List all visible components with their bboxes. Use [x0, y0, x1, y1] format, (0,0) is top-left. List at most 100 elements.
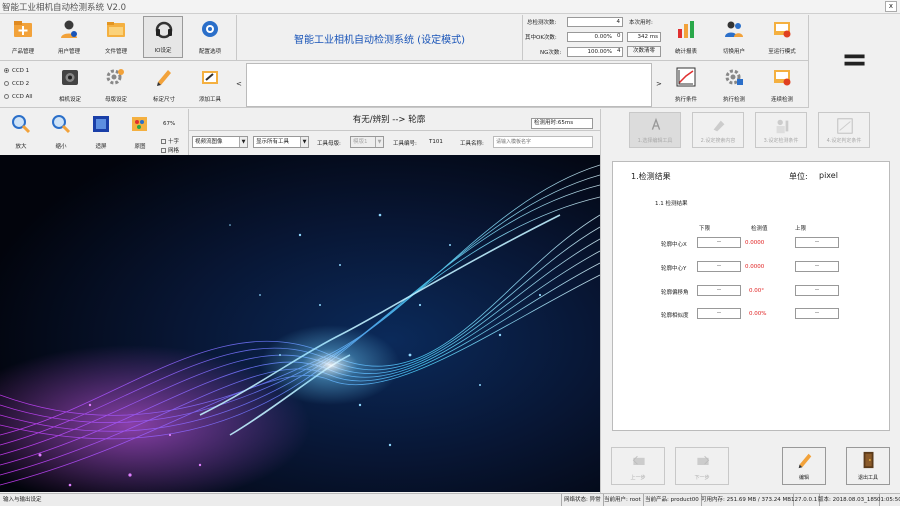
checkbox-icon [161, 139, 166, 144]
main-menu-button[interactable]: = [808, 15, 900, 108]
ccd1-radio[interactable]: CCD 1 [4, 68, 29, 74]
ccd2-label: CCD 2 [12, 81, 30, 87]
row-measured-value: 0.00° [749, 288, 764, 294]
config-options-button[interactable]: 配置选项 [190, 16, 230, 58]
display-mode-select[interactable]: 显示所有工具 ▼ [253, 136, 309, 148]
add-tool-label: 添加工具 [198, 97, 221, 103]
users-icon [725, 21, 743, 37]
continuous-detect-label: 连续检测 [770, 97, 793, 103]
add-tool-button[interactable]: 添加工具 [190, 64, 230, 106]
fit-screen-button[interactable]: 适屏 [82, 111, 120, 153]
zoom-in-button[interactable]: 放大 [2, 111, 40, 153]
prev-step-label: 上一步 [630, 475, 646, 481]
prev-step-button[interactable]: 上一步 [611, 447, 665, 485]
exec-condition-button[interactable]: 执行条件 [666, 64, 706, 106]
master-settings-button[interactable]: 母版设定 [96, 64, 136, 106]
exit-tool-button[interactable]: 退出工具 [846, 447, 890, 485]
exec-detect-button[interactable]: 执行检测 [714, 64, 754, 106]
scroll-left-button[interactable]: < [236, 80, 242, 88]
stats-report-button[interactable]: 统计报表 [666, 16, 706, 58]
row-lower-input[interactable]: -- [697, 261, 741, 272]
row-measured-value: 0.00% [749, 311, 767, 317]
to-run-mode-button[interactable]: 至运行模式 [762, 16, 802, 58]
fit-screen-icon [93, 116, 109, 132]
step-select-tool-button[interactable]: 1.选择编辑工具 [629, 112, 681, 148]
ccd2-radio[interactable]: CCD 2 [4, 81, 29, 87]
crosshair-checkbox[interactable]: 十字 [161, 137, 179, 145]
ng-percent-value: 100.00% [567, 47, 623, 57]
product-manage-label: 产品管理 [11, 49, 34, 55]
row-upper-input[interactable]: -- [795, 308, 839, 319]
tool-master-select[interactable]: 模版1 ▼ [350, 136, 384, 148]
row-name: 轮廓中心X [661, 242, 687, 248]
ccd-all-label: CCD All [12, 94, 33, 100]
close-button[interactable]: x [885, 1, 897, 12]
zoom-in-icon [12, 115, 31, 134]
ccd-all-radio[interactable]: CCD All [4, 94, 32, 100]
zoom-percent: 67% [163, 121, 176, 127]
system-title-area: 智能工业相机自动检测系统 (设定模式) [236, 15, 522, 61]
edit-button[interactable]: 编辑 [782, 447, 826, 485]
config-options-label: 配置选项 [198, 49, 221, 55]
tool-id-value: T101 [429, 139, 443, 145]
row-name: 轮廓相似度 [661, 313, 689, 319]
row-name: 轮廓偏移角 [661, 290, 689, 296]
step-judge-condition-button[interactable]: 4.设定判定条件 [818, 112, 870, 148]
status-product: 当前产品: product00 [643, 494, 702, 506]
ok-percent-value: 0.00% [567, 32, 623, 42]
ng-count-label: NG次数: [540, 50, 562, 56]
calibrate-size-button[interactable]: 标定尺寸 [144, 64, 184, 106]
camera-settings-button[interactable]: 相机设定 [50, 64, 90, 106]
step-judge-condition-label: 4.设定判定条件 [826, 138, 862, 144]
next-step-button[interactable]: 下一步 [675, 447, 729, 485]
second-toolbar: CCD 1 CCD 2 CCD All 相机设定 母版设定 标定尺寸 添加工具 … [0, 62, 900, 108]
exit-door-icon [863, 451, 874, 469]
row-lower-input[interactable]: -- [697, 285, 741, 296]
zoom-out-icon [52, 115, 71, 134]
step-detect-condition-label: 3.设定检测条件 [763, 138, 799, 144]
grid-checkbox[interactable]: 网格 [161, 146, 179, 154]
step-detect-condition-button[interactable]: 3.设定检测条件 [755, 112, 807, 148]
zoom-out-button[interactable]: 缩小 [42, 111, 80, 153]
file-manage-button[interactable]: 文件管理 [96, 16, 136, 58]
row-lower-input[interactable]: -- [697, 308, 741, 319]
total-count-label: 总检测次数: [527, 20, 557, 26]
stats-report-label: 统计报表 [674, 49, 697, 55]
original-size-button[interactable]: 原图 [122, 111, 158, 153]
steps-bar: 1.选择编辑工具 2.设定搜索内容 3.设定检测条件 4.设定判定条件 [600, 109, 900, 155]
radio-checked-icon [4, 68, 9, 73]
clear-count-button[interactable]: 次数清零 [627, 46, 661, 57]
row-upper-input[interactable]: -- [795, 285, 839, 296]
zoom-in-label: 放大 [15, 144, 27, 150]
user-manage-button[interactable]: 用户管理 [49, 16, 89, 58]
results-heading: 1.检测结果 [631, 172, 671, 181]
image-mode-select[interactable]: 视频流图像 ▼ [192, 136, 248, 148]
file-manage-label: 文件管理 [104, 49, 127, 55]
continuous-detect-button[interactable]: 连续检测 [762, 64, 802, 106]
switch-user-label: 切换用户 [722, 49, 745, 55]
dropdown-arrow-icon: ▼ [239, 137, 247, 147]
image-viewer[interactable] [0, 155, 600, 492]
tool-id-label: 工具编号: [393, 141, 417, 147]
step-search-content-button[interactable]: 2.设定搜索内容 [692, 112, 744, 148]
image-mode-value: 视频流图像 [195, 139, 223, 145]
continuous-run-icon [774, 70, 791, 86]
chart-frame-icon [837, 118, 853, 134]
scroll-right-button[interactable]: > [656, 80, 662, 88]
elapsed-time-value: 342 ms [627, 32, 661, 42]
product-manage-button[interactable]: 产品管理 [3, 16, 43, 58]
row-name: 轮廓中心Y [661, 266, 687, 272]
ng-count-value: 4 [617, 48, 621, 54]
results-subheading: 1.1 检测结果 [655, 201, 688, 207]
row-lower-input[interactable]: -- [697, 237, 741, 248]
row-upper-input[interactable]: -- [795, 237, 839, 248]
camera-settings-label: 相机设定 [58, 97, 81, 103]
tool-name-input[interactable] [493, 136, 593, 148]
io-settings-button[interactable]: IO设定 [143, 16, 183, 58]
status-memory: 可用内存: 251.69 MB / 373.24 MB [699, 494, 794, 506]
palette-icon [132, 117, 147, 131]
elapsed-time-label: 本次用时: [629, 20, 653, 26]
select-tool-icon [651, 117, 661, 130]
switch-user-button[interactable]: 切换用户 [714, 16, 754, 58]
row-upper-input[interactable]: -- [795, 261, 839, 272]
